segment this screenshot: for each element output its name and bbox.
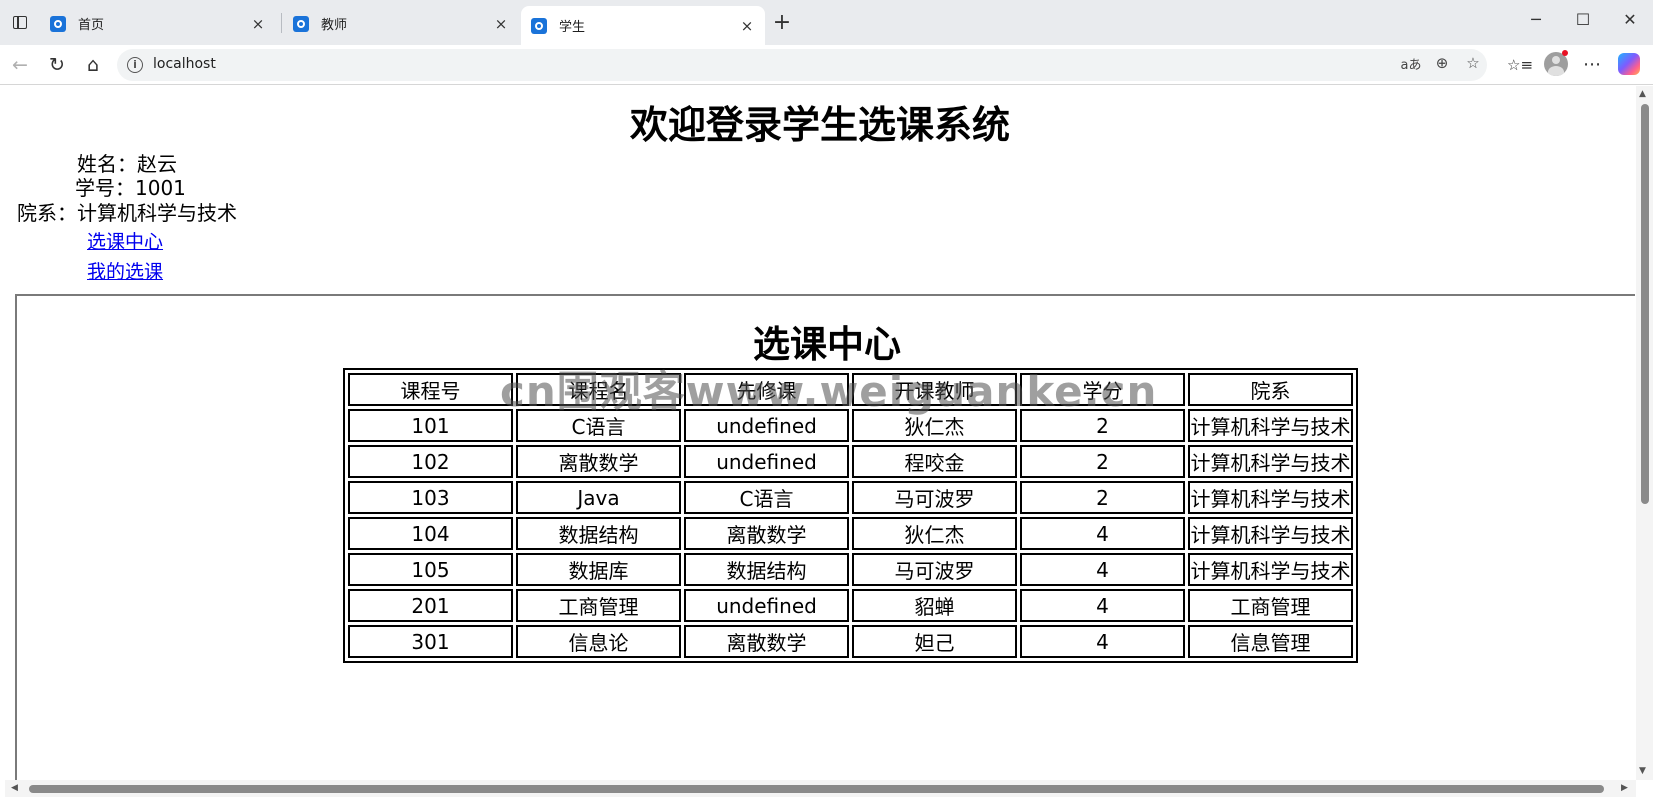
cell-department: 计算机科学与技术 — [1188, 481, 1353, 514]
cell-credits: 4 — [1020, 553, 1185, 586]
tab-title: 首页 — [78, 18, 105, 33]
site-favicon-icon — [293, 15, 309, 32]
home-icon[interactable]: ⌂ — [81, 53, 105, 77]
cell-department: 工商管理 — [1188, 589, 1353, 622]
zoom-icon[interactable]: ⊕ — [1431, 54, 1453, 72]
tab-title: 学生 — [559, 20, 586, 35]
cell-course-name: 工商管理 — [516, 589, 681, 622]
watermark: cn围观客www.weiguanke.cn — [500, 367, 1158, 416]
cell-prerequisite: undefined — [684, 445, 849, 478]
cell-course-id: 301 — [348, 625, 513, 658]
cell-course-id: 105 — [348, 553, 513, 586]
table-row[interactable]: 201 工商管理 undefined 貂蝉 4 工商管理 — [348, 589, 1353, 622]
copilot-icon[interactable] — [1618, 53, 1640, 75]
cell-prerequisite: undefined — [684, 589, 849, 622]
cell-prerequisite: 离散数学 — [684, 625, 849, 658]
student-dept-row: 院系：计算机科学与技术 — [17, 197, 237, 226]
scroll-up-icon[interactable]: ▲ — [1639, 89, 1646, 99]
tab-teacher[interactable]: 教师 × — [283, 8, 519, 39]
table-row[interactable]: 104 数据结构 离散数学 狄仁杰 4 计算机科学与技术 — [348, 517, 1353, 550]
close-tab-icon[interactable]: × — [737, 17, 757, 35]
tab-home[interactable]: 首页 × — [40, 8, 276, 39]
cell-credits: 4 — [1020, 589, 1185, 622]
cell-department: 计算机科学与技术 — [1188, 445, 1353, 478]
new-tab-icon[interactable]: + — [770, 10, 794, 35]
close-tab-icon[interactable]: × — [491, 15, 511, 33]
cell-teacher: 马可波罗 — [852, 481, 1017, 514]
cell-course-id: 104 — [348, 517, 513, 550]
table-row[interactable]: 102 离散数学 undefined 程咬金 2 计算机科学与技术 — [348, 445, 1353, 478]
cell-course-name: 数据库 — [516, 553, 681, 586]
address-toolbar: ← ↻ ⌂ i localhost aあ ⊕ ☆ ☆≡ ⋯ — [0, 45, 1653, 85]
cell-course-id: 103 — [348, 481, 513, 514]
page-title: 欢迎登录学生选课系统 — [629, 103, 1010, 147]
cell-credits: 4 — [1020, 625, 1185, 658]
cell-credits: 2 — [1020, 445, 1185, 478]
window-close-icon[interactable]: ✕ — [1620, 10, 1640, 29]
cell-teacher: 程咬金 — [852, 445, 1017, 478]
course-center-link[interactable]: 选课中心 — [87, 227, 163, 254]
column-header-course-id: 课程号 — [348, 373, 513, 406]
cell-teacher: 貂蝉 — [852, 589, 1017, 622]
table-row[interactable]: 301 信息论 离散数学 妲己 4 信息管理 — [348, 625, 1353, 658]
cell-course-name: 离散数学 — [516, 445, 681, 478]
back-icon[interactable]: ← — [8, 53, 32, 77]
scroll-right-icon[interactable]: ▶ — [1621, 783, 1628, 793]
cell-teacher: 马可波罗 — [852, 553, 1017, 586]
cell-prerequisite: 数据结构 — [684, 553, 849, 586]
more-menu-icon[interactable]: ⋯ — [1580, 53, 1604, 77]
student-dept: 计算机科学与技术 — [77, 201, 237, 225]
favorites-icon[interactable]: ☆≡ — [1507, 53, 1533, 77]
minimize-icon[interactable]: ─ — [1526, 10, 1546, 29]
tab-strip: 首页 × 教师 × 学生 × + ─ ☐ ✕ — [0, 0, 1653, 45]
dept-label: 院系： — [17, 201, 77, 225]
url-text[interactable]: localhost — [153, 56, 216, 72]
horizontal-scroll-thumb[interactable] — [29, 785, 1604, 793]
cell-prerequisite: 离散数学 — [684, 517, 849, 550]
cell-prerequisite: C语言 — [684, 481, 849, 514]
close-tab-icon[interactable]: × — [248, 15, 268, 33]
cell-credits: 4 — [1020, 517, 1185, 550]
refresh-icon[interactable]: ↻ — [45, 53, 69, 77]
cell-department: 计算机科学与技术 — [1188, 553, 1353, 586]
my-courses-link[interactable]: 我的选课 — [87, 257, 163, 284]
cell-course-id: 101 — [348, 409, 513, 442]
site-favicon-icon — [531, 17, 547, 34]
site-favicon-icon — [50, 15, 66, 32]
tab-actions-icon[interactable] — [10, 12, 30, 32]
cell-course-name: Java — [516, 481, 681, 514]
cell-course-name: 数据结构 — [516, 517, 681, 550]
read-aloud-icon[interactable]: aあ — [1400, 54, 1422, 73]
cell-teacher: 狄仁杰 — [852, 517, 1017, 550]
cell-department: 信息管理 — [1188, 625, 1353, 658]
cell-credits: 2 — [1020, 481, 1185, 514]
column-header-department: 院系 — [1188, 373, 1353, 406]
scroll-left-icon[interactable]: ◀ — [11, 783, 18, 793]
tab-separator — [281, 13, 282, 33]
cell-course-name: 信息论 — [516, 625, 681, 658]
address-bar[interactable]: i localhost aあ ⊕ ☆ — [117, 49, 1487, 81]
maximize-icon[interactable]: ☐ — [1573, 10, 1593, 29]
table-row[interactable]: 105 数据库 数据结构 马可波罗 4 计算机科学与技术 — [348, 553, 1353, 586]
site-info-icon[interactable]: i — [127, 57, 143, 73]
cell-teacher: 妲己 — [852, 625, 1017, 658]
notification-dot — [1562, 50, 1568, 56]
scroll-down-icon[interactable]: ▼ — [1639, 766, 1646, 776]
horizontal-scrollbar[interactable]: ◀ ▶ — [5, 780, 1636, 797]
cell-course-id: 201 — [348, 589, 513, 622]
table-row[interactable]: 103 Java C语言 马可波罗 2 计算机科学与技术 — [348, 481, 1353, 514]
cell-department: 计算机科学与技术 — [1188, 517, 1353, 550]
favorite-star-icon[interactable]: ☆ — [1462, 54, 1484, 72]
vertical-scroll-thumb[interactable] — [1641, 104, 1649, 504]
cell-course-id: 102 — [348, 445, 513, 478]
vertical-scrollbar[interactable]: ▲ ▼ — [1636, 86, 1653, 780]
tab-student[interactable]: 学生 × — [521, 6, 765, 45]
cell-department: 计算机科学与技术 — [1188, 409, 1353, 442]
page-viewport: 欢迎登录学生选课系统 姓名：赵云 学号：1001 院系：计算机科学与技术 选课中… — [5, 86, 1635, 780]
tab-title: 教师 — [321, 18, 348, 33]
